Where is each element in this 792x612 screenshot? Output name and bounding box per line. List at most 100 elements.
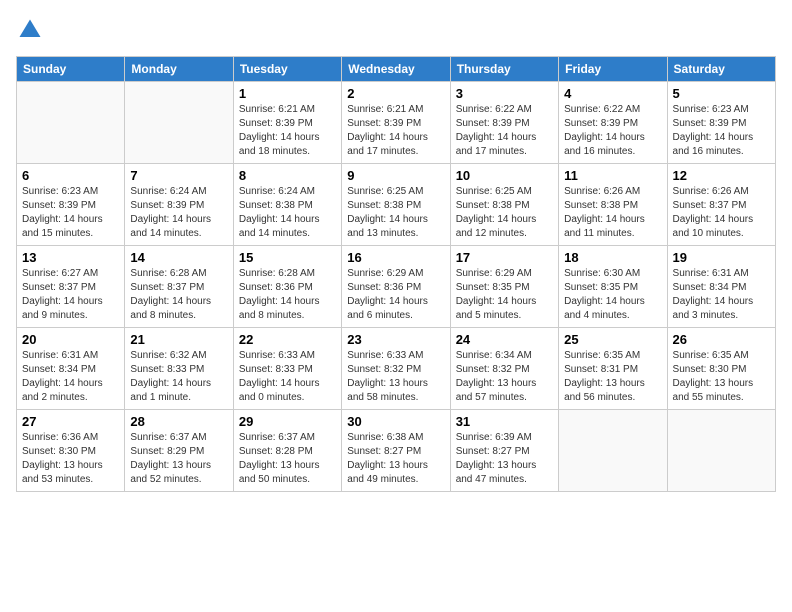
calendar-cell: 13Sunrise: 6:27 AM Sunset: 8:37 PM Dayli… <box>17 246 125 328</box>
calendar-cell: 25 Sunrise: 6:35 AM Sunset: 8:31 PM Dayli… <box>559 328 667 410</box>
day-info: Sunrise: 6:28 AM Sunset: 8:37 PM Dayligh… <box>130 267 227 323</box>
day-number: 20 <box>22 332 119 347</box>
calendar-cell: 10Sunrise: 6:25 AM Sunset: 8:38 PM Dayli… <box>450 164 558 246</box>
calendar-cell: 15 Sunrise: 6:28 AM Sunset: 8:36 PM Dayli… <box>233 246 341 328</box>
day-info: Sunrise: 6:22 AM Sunset: 8:39 PM Dayligh… <box>456 103 553 159</box>
calendar-cell: 3 Sunrise: 6:22 AM Sunset: 8:39 PM Daylig… <box>450 82 558 164</box>
day-number: 31 <box>456 414 553 429</box>
day-number: 17 <box>456 250 553 265</box>
calendar-cell: 7Sunrise: 6:24 AM Sunset: 8:39 PM Daylig… <box>125 164 233 246</box>
calendar-cell: 24Sunrise: 6:34 AM Sunset: 8:32 PM Dayli… <box>450 328 558 410</box>
calendar-week-row: 20 Sunrise: 6:31 AM Sunset: 8:34 PM Dayli… <box>17 328 776 410</box>
day-info: Sunrise: 6:21 AM Sunset: 8:39 PM Dayligh… <box>347 103 444 159</box>
day-number: 30 <box>347 414 444 429</box>
day-of-week-header: Friday <box>559 57 667 82</box>
calendar-cell: 27 Sunrise: 6:36 AM Sunset: 8:30 PM Dayli… <box>17 410 125 492</box>
logo-icon <box>16 16 44 44</box>
calendar-week-row: 13Sunrise: 6:27 AM Sunset: 8:37 PM Dayli… <box>17 246 776 328</box>
day-number: 19 <box>673 250 770 265</box>
calendar-week-row: 27 Sunrise: 6:36 AM Sunset: 8:30 PM Dayli… <box>17 410 776 492</box>
day-info: Sunrise: 6:27 AM Sunset: 8:37 PM Dayligh… <box>22 267 119 323</box>
day-info: Sunrise: 6:29 AM Sunset: 8:35 PM Dayligh… <box>456 267 553 323</box>
page-header <box>16 16 776 44</box>
day-info: Sunrise: 6:35 AM Sunset: 8:31 PM Dayligh… <box>564 349 661 405</box>
calendar-cell: 1Sunrise: 6:21 AM Sunset: 8:39 PM Daylig… <box>233 82 341 164</box>
day-info: Sunrise: 6:33 AM Sunset: 8:32 PM Dayligh… <box>347 349 444 405</box>
day-number: 10 <box>456 168 553 183</box>
day-of-week-header: Tuesday <box>233 57 341 82</box>
day-number: 28 <box>130 414 227 429</box>
day-info: Sunrise: 6:37 AM Sunset: 8:29 PM Dayligh… <box>130 431 227 487</box>
calendar-cell: 8 Sunrise: 6:24 AM Sunset: 8:38 PM Daylig… <box>233 164 341 246</box>
day-number: 3 <box>456 86 553 101</box>
day-info: Sunrise: 6:26 AM Sunset: 8:37 PM Dayligh… <box>673 185 770 241</box>
day-number: 11 <box>564 168 661 183</box>
day-info: Sunrise: 6:30 AM Sunset: 8:35 PM Dayligh… <box>564 267 661 323</box>
day-number: 2 <box>347 86 444 101</box>
calendar-cell: 16Sunrise: 6:29 AM Sunset: 8:36 PM Dayli… <box>342 246 450 328</box>
day-number: 1 <box>239 86 336 101</box>
day-number: 25 <box>564 332 661 347</box>
calendar-cell: 22 Sunrise: 6:33 AM Sunset: 8:33 PM Dayli… <box>233 328 341 410</box>
day-info: Sunrise: 6:39 AM Sunset: 8:27 PM Dayligh… <box>456 431 553 487</box>
day-number: 26 <box>673 332 770 347</box>
calendar-cell: 29 Sunrise: 6:37 AM Sunset: 8:28 PM Dayli… <box>233 410 341 492</box>
day-info: Sunrise: 6:24 AM Sunset: 8:38 PM Dayligh… <box>239 185 336 241</box>
day-of-week-header: Thursday <box>450 57 558 82</box>
calendar-cell: 30 Sunrise: 6:38 AM Sunset: 8:27 PM Dayli… <box>342 410 450 492</box>
day-number: 4 <box>564 86 661 101</box>
day-of-week-header: Wednesday <box>342 57 450 82</box>
calendar-cell: 20 Sunrise: 6:31 AM Sunset: 8:34 PM Dayli… <box>17 328 125 410</box>
day-number: 6 <box>22 168 119 183</box>
calendar-cell: 19 Sunrise: 6:31 AM Sunset: 8:34 PM Dayli… <box>667 246 775 328</box>
day-info: Sunrise: 6:23 AM Sunset: 8:39 PM Dayligh… <box>673 103 770 159</box>
day-of-week-header: Monday <box>125 57 233 82</box>
calendar-body: 1 Sunrise: 6:21 AM Sunset: 8:39 PM Daylig… <box>17 82 776 492</box>
day-number: 9 <box>347 168 444 183</box>
calendar-cell: 31 Sunrise: 6:39 AM Sunset: 8:27 PM Dayli… <box>450 410 558 492</box>
calendar-cell: 12 Sunrise: 6:26 AM Sunset: 8:37 PM Dayli… <box>667 164 775 246</box>
day-number: 22 <box>239 332 336 347</box>
day-info: Sunrise: 6:28 AM Sunset: 8:36 PM Dayligh… <box>239 267 336 323</box>
calendar-cell: 14 Sunrise: 6:28 AM Sunset: 8:37 PM Dayli… <box>125 246 233 328</box>
day-number: 29 <box>239 414 336 429</box>
day-info: Sunrise: 6:35 AM Sunset: 8:30 PM Dayligh… <box>673 349 770 405</box>
day-info: Sunrise: 6:31 AM Sunset: 8:34 PM Dayligh… <box>673 267 770 323</box>
day-info: Sunrise: 6:32 AM Sunset: 8:33 PM Dayligh… <box>130 349 227 405</box>
day-info: Sunrise: 6:24 AM Sunset: 8:39 PM Dayligh… <box>130 185 227 241</box>
day-number: 12 <box>673 168 770 183</box>
day-of-week-header: Sunday <box>17 57 125 82</box>
day-info: Sunrise: 6:31 AM Sunset: 8:34 PM Dayligh… <box>22 349 119 405</box>
day-info: Sunrise: 6:38 AM Sunset: 8:27 PM Dayligh… <box>347 431 444 487</box>
day-info: Sunrise: 6:33 AM Sunset: 8:33 PM Dayligh… <box>239 349 336 405</box>
day-info: Sunrise: 6:22 AM Sunset: 8:39 PM Dayligh… <box>564 103 661 159</box>
calendar-cell: 11 Sunrise: 6:26 AM Sunset: 8:38 PM Dayli… <box>559 164 667 246</box>
day-number: 27 <box>22 414 119 429</box>
calendar-table: SundayMondayTuesdayWednesdayThursdayFrid… <box>16 56 776 492</box>
calendar-header: SundayMondayTuesdayWednesdayThursdayFrid… <box>17 57 776 82</box>
day-info: Sunrise: 6:34 AM Sunset: 8:32 PM Dayligh… <box>456 349 553 405</box>
day-number: 21 <box>130 332 227 347</box>
day-number: 8 <box>239 168 336 183</box>
day-info: Sunrise: 6:37 AM Sunset: 8:28 PM Dayligh… <box>239 431 336 487</box>
day-of-week-header: Saturday <box>667 57 775 82</box>
calendar-cell <box>667 410 775 492</box>
day-number: 16 <box>347 250 444 265</box>
day-number: 5 <box>673 86 770 101</box>
calendar-cell: 21 Sunrise: 6:32 AM Sunset: 8:33 PM Dayli… <box>125 328 233 410</box>
logo <box>16 16 48 44</box>
calendar-cell: 23Sunrise: 6:33 AM Sunset: 8:32 PM Dayli… <box>342 328 450 410</box>
day-number: 14 <box>130 250 227 265</box>
day-info: Sunrise: 6:26 AM Sunset: 8:38 PM Dayligh… <box>564 185 661 241</box>
calendar-week-row: 1 Sunrise: 6:21 AM Sunset: 8:39 PM Daylig… <box>17 82 776 164</box>
day-info: Sunrise: 6:23 AM Sunset: 8:39 PM Dayligh… <box>22 185 119 241</box>
calendar-cell: 6 Sunrise: 6:23 AM Sunset: 8:39 PM Daylig… <box>17 164 125 246</box>
day-info: Sunrise: 6:36 AM Sunset: 8:30 PM Dayligh… <box>22 431 119 487</box>
calendar-week-row: 6 Sunrise: 6:23 AM Sunset: 8:39 PM Daylig… <box>17 164 776 246</box>
day-number: 18 <box>564 250 661 265</box>
day-number: 15 <box>239 250 336 265</box>
calendar-cell <box>125 82 233 164</box>
calendar-cell: 26 Sunrise: 6:35 AM Sunset: 8:30 PM Dayli… <box>667 328 775 410</box>
calendar-cell: 28 Sunrise: 6:37 AM Sunset: 8:29 PM Dayli… <box>125 410 233 492</box>
calendar-cell <box>17 82 125 164</box>
